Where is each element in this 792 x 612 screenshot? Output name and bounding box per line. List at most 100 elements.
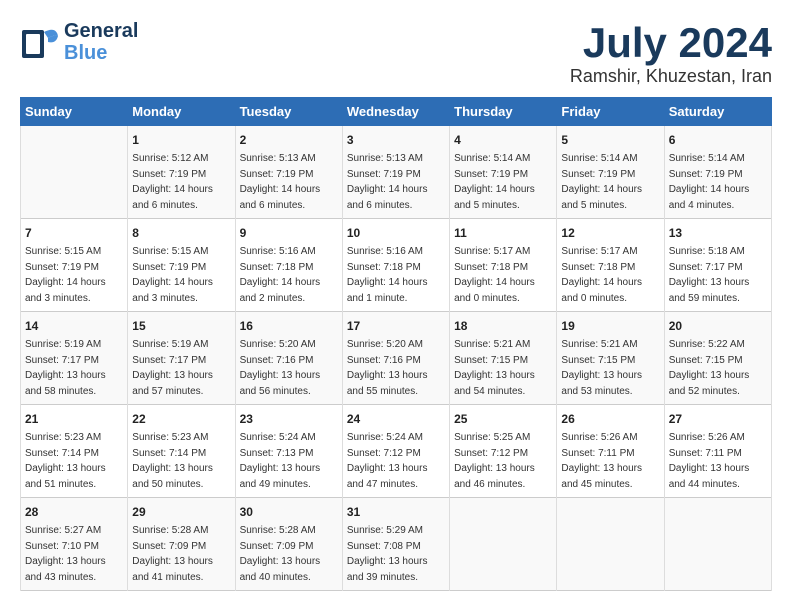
- weekday-header-wednesday: Wednesday: [342, 98, 449, 126]
- day-number: 25: [454, 410, 552, 428]
- calendar-body: 1 Sunrise: 5:12 AM Sunset: 7:19 PM Daylig…: [21, 126, 772, 591]
- calendar-cell: 24Sunrise: 5:24 AM Sunset: 7:12 PM Dayli…: [342, 405, 449, 498]
- week-row-5: 28Sunrise: 5:27 AM Sunset: 7:10 PM Dayli…: [21, 498, 772, 591]
- day-info: Sunrise: 5:14 AM Sunset: 7:19 PM Dayligh…: [454, 151, 552, 213]
- day-number: 21: [25, 410, 123, 428]
- day-info: Sunrise: 5:21 AM Sunset: 7:15 PM Dayligh…: [561, 337, 659, 399]
- day-info: Sunrise: 5:18 AM Sunset: 7:17 PM Dayligh…: [669, 244, 767, 306]
- calendar-cell: 17 Sunrise: 5:20 AM Sunset: 7:16 PM Dayli…: [342, 312, 449, 405]
- calendar-cell: 31 Sunrise: 5:29 AM Sunset: 7:08 PM Dayli…: [342, 498, 449, 591]
- logo: General Blue: [20, 20, 138, 64]
- day-number: 14: [25, 317, 123, 335]
- calendar-cell: 29 Sunrise: 5:28 AM Sunset: 7:09 PM Dayli…: [128, 498, 235, 591]
- day-number: 8: [132, 224, 230, 242]
- calendar-cell: 19Sunrise: 5:21 AM Sunset: 7:15 PM Dayli…: [557, 312, 664, 405]
- week-row-2: 7 Sunrise: 5:15 AM Sunset: 7:19 PM Daylig…: [21, 219, 772, 312]
- day-info: Sunrise: 5:25 AM Sunset: 7:12 PM Dayligh…: [454, 430, 552, 492]
- day-info: Sunrise: 5:14 AM Sunset: 7:19 PM Dayligh…: [561, 151, 659, 213]
- day-info: Sunrise: 5:13 AM Sunset: 7:19 PM Dayligh…: [347, 151, 445, 213]
- calendar-table: SundayMondayTuesdayWednesdayThursdayFrid…: [20, 97, 772, 591]
- weekday-header-friday: Friday: [557, 98, 664, 126]
- day-info: Sunrise: 5:13 AM Sunset: 7:19 PM Dayligh…: [240, 151, 338, 213]
- calendar-cell: 4Sunrise: 5:14 AM Sunset: 7:19 PM Daylig…: [450, 126, 557, 219]
- weekday-header-tuesday: Tuesday: [235, 98, 342, 126]
- day-info: Sunrise: 5:26 AM Sunset: 7:11 PM Dayligh…: [669, 430, 767, 492]
- day-number: 3: [347, 131, 445, 149]
- day-info: Sunrise: 5:19 AM Sunset: 7:17 PM Dayligh…: [132, 337, 230, 399]
- day-number: 31: [347, 503, 445, 521]
- day-info: Sunrise: 5:12 AM Sunset: 7:19 PM Dayligh…: [132, 151, 230, 213]
- day-number: 11: [454, 224, 552, 242]
- calendar-cell: 3 Sunrise: 5:13 AM Sunset: 7:19 PM Daylig…: [342, 126, 449, 219]
- calendar-cell: 12 Sunrise: 5:17 AM Sunset: 7:18 PM Dayli…: [557, 219, 664, 312]
- calendar-cell: 14 Sunrise: 5:19 AM Sunset: 7:17 PM Dayli…: [21, 312, 128, 405]
- calendar-cell: [664, 498, 771, 591]
- day-number: 27: [669, 410, 767, 428]
- calendar-cell: 21Sunrise: 5:23 AM Sunset: 7:14 PM Dayli…: [21, 405, 128, 498]
- weekday-header-sunday: Sunday: [21, 98, 128, 126]
- day-info: Sunrise: 5:16 AM Sunset: 7:18 PM Dayligh…: [347, 244, 445, 306]
- day-number: 16: [240, 317, 338, 335]
- day-info: Sunrise: 5:20 AM Sunset: 7:16 PM Dayligh…: [347, 337, 445, 399]
- calendar-cell: 10 Sunrise: 5:16 AM Sunset: 7:18 PM Dayli…: [342, 219, 449, 312]
- day-number: 13: [669, 224, 767, 242]
- day-number: 10: [347, 224, 445, 242]
- calendar-cell: 23Sunrise: 5:24 AM Sunset: 7:13 PM Dayli…: [235, 405, 342, 498]
- calendar-cell: 9 Sunrise: 5:16 AM Sunset: 7:18 PM Daylig…: [235, 219, 342, 312]
- day-number: 7: [25, 224, 123, 242]
- day-number: 23: [240, 410, 338, 428]
- day-info: Sunrise: 5:15 AM Sunset: 7:19 PM Dayligh…: [132, 244, 230, 306]
- day-number: 15: [132, 317, 230, 335]
- day-info: Sunrise: 5:24 AM Sunset: 7:12 PM Dayligh…: [347, 430, 445, 492]
- page-header: General Blue July 2024 Ramshir, Khuzesta…: [20, 20, 772, 87]
- day-number: 9: [240, 224, 338, 242]
- location-title: Ramshir, Khuzestan, Iran: [570, 66, 772, 87]
- weekday-header-row: SundayMondayTuesdayWednesdayThursdayFrid…: [21, 98, 772, 126]
- calendar-cell: 18Sunrise: 5:21 AM Sunset: 7:15 PM Dayli…: [450, 312, 557, 405]
- day-info: Sunrise: 5:17 AM Sunset: 7:18 PM Dayligh…: [561, 244, 659, 306]
- day-info: Sunrise: 5:19 AM Sunset: 7:17 PM Dayligh…: [25, 337, 123, 399]
- day-number: 1: [132, 131, 230, 149]
- title-area: July 2024 Ramshir, Khuzestan, Iran: [570, 20, 772, 87]
- calendar-cell: 27 Sunrise: 5:26 AM Sunset: 7:11 PM Dayli…: [664, 405, 771, 498]
- calendar-cell: 11 Sunrise: 5:17 AM Sunset: 7:18 PM Dayli…: [450, 219, 557, 312]
- calendar-cell: [557, 498, 664, 591]
- day-info: Sunrise: 5:14 AM Sunset: 7:19 PM Dayligh…: [669, 151, 767, 213]
- day-info: Sunrise: 5:22 AM Sunset: 7:15 PM Dayligh…: [669, 337, 767, 399]
- day-number: 18: [454, 317, 552, 335]
- day-info: Sunrise: 5:28 AM Sunset: 7:09 PM Dayligh…: [240, 523, 338, 585]
- day-number: 22: [132, 410, 230, 428]
- calendar-cell: 16Sunrise: 5:20 AM Sunset: 7:16 PM Dayli…: [235, 312, 342, 405]
- day-number: 29: [132, 503, 230, 521]
- week-row-4: 21 Sunrise: 5:23 AM Sunset: 7:14 PM Dayli…: [21, 405, 772, 498]
- logo-general: General: [64, 20, 138, 42]
- calendar-cell: 15 Sunrise: 5:19 AM Sunset: 7:17 PM Dayli…: [128, 312, 235, 405]
- weekday-header-thursday: Thursday: [450, 98, 557, 126]
- day-info: Sunrise: 5:26 AM Sunset: 7:11 PM Dayligh…: [561, 430, 659, 492]
- day-info: Sunrise: 5:16 AM Sunset: 7:18 PM Dayligh…: [240, 244, 338, 306]
- day-number: 30: [240, 503, 338, 521]
- calendar-cell: 7 Sunrise: 5:15 AM Sunset: 7:19 PM Daylig…: [21, 219, 128, 312]
- calendar-cell: 25 Sunrise: 5:25 AM Sunset: 7:12 PM Dayli…: [450, 405, 557, 498]
- day-number: 17: [347, 317, 445, 335]
- calendar-cell: 30 Sunrise: 5:28 AM Sunset: 7:09 PM Dayli…: [235, 498, 342, 591]
- calendar-cell: 20 Sunrise: 5:22 AM Sunset: 7:15 PM Dayli…: [664, 312, 771, 405]
- day-info: Sunrise: 5:28 AM Sunset: 7:09 PM Dayligh…: [132, 523, 230, 585]
- day-info: Sunrise: 5:23 AM Sunset: 7:14 PM Dayligh…: [132, 430, 230, 492]
- day-info: Sunrise: 5:15 AM Sunset: 7:19 PM Dayligh…: [25, 244, 123, 306]
- day-info: Sunrise: 5:27 AM Sunset: 7:10 PM Dayligh…: [25, 523, 123, 585]
- day-info: Sunrise: 5:17 AM Sunset: 7:18 PM Dayligh…: [454, 244, 552, 306]
- calendar-cell: 8 Sunrise: 5:15 AM Sunset: 7:19 PM Daylig…: [128, 219, 235, 312]
- weekday-header-saturday: Saturday: [664, 98, 771, 126]
- day-info: Sunrise: 5:29 AM Sunset: 7:08 PM Dayligh…: [347, 523, 445, 585]
- calendar-cell: 26 Sunrise: 5:26 AM Sunset: 7:11 PM Dayli…: [557, 405, 664, 498]
- calendar-cell: 13 Sunrise: 5:18 AM Sunset: 7:17 PM Dayli…: [664, 219, 771, 312]
- weekday-header-monday: Monday: [128, 98, 235, 126]
- day-number: 20: [669, 317, 767, 335]
- calendar-cell: 6Sunrise: 5:14 AM Sunset: 7:19 PM Daylig…: [664, 126, 771, 219]
- day-number: 12: [561, 224, 659, 242]
- day-number: 5: [561, 131, 659, 149]
- calendar-cell: 2Sunrise: 5:13 AM Sunset: 7:19 PM Daylig…: [235, 126, 342, 219]
- calendar-cell: 5 Sunrise: 5:14 AM Sunset: 7:19 PM Daylig…: [557, 126, 664, 219]
- day-number: 26: [561, 410, 659, 428]
